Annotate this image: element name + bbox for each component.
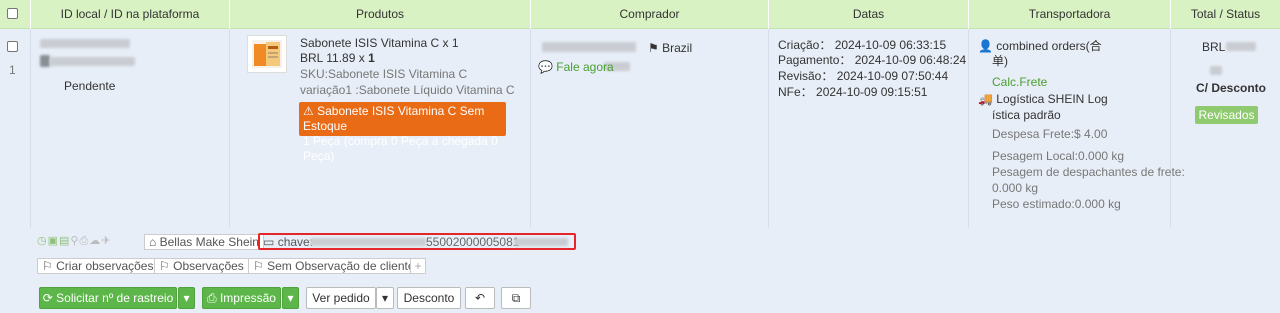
order-index: 1	[9, 63, 16, 77]
forwarder-weight: Pesagem de despachantes de frete:	[992, 165, 1185, 179]
stock-warning-badge: ⚠ Sabonete ISIS Vitamina C Sem Estoque 1…	[299, 102, 506, 163]
print-button[interactable]: ⎙ Impressão	[202, 287, 281, 309]
redacted-platform-id	[50, 57, 135, 66]
redacted-amount	[1226, 42, 1256, 51]
estimated-weight: Peso estimado:0.000 kg	[992, 197, 1121, 211]
column-divider	[1170, 29, 1171, 228]
forwarder-weight-value: 0.000 kg	[992, 181, 1039, 195]
date-creation: Criação： 2024-10-09 06:33:15	[778, 38, 947, 52]
order-status: Pendente	[64, 79, 116, 93]
copy-button[interactable]: ⧉	[501, 287, 531, 309]
cloud-icon: ☁	[89, 235, 102, 247]
request-tracking-dropdown[interactable]: ▾	[178, 287, 195, 309]
plane-icon: ✈	[101, 235, 112, 247]
discount-button[interactable]: Desconto	[397, 287, 461, 309]
calc-frete-link[interactable]: Calc.Frete	[992, 75, 1047, 90]
logistics-name-line2: ística padrão	[992, 108, 1061, 122]
client-note-button[interactable]: ⚐ Sem Observação de cliente	[248, 258, 420, 274]
redacted-local-id	[40, 39, 130, 48]
header-products: Produtos	[229, 0, 530, 29]
date-payment: Pagamento： 2024-10-09 06:48:24	[778, 53, 967, 67]
total-amount: BRL	[1202, 40, 1226, 54]
money-icon: ▣	[47, 235, 60, 247]
status-badge: Revisados	[1195, 106, 1258, 124]
logistics-name: 🚚 Logística SHEIN Log	[978, 92, 1108, 106]
header-buyer: Comprador	[530, 0, 768, 29]
combined-orders-line2: 单)	[992, 54, 1008, 68]
bookmark-icon: ⚐	[253, 259, 264, 273]
buyer-country: ⚑ Brazil	[648, 41, 693, 55]
combined-orders: 👤 combined orders(合	[978, 39, 1102, 53]
refresh-icon: ⟳	[42, 291, 53, 305]
discount-label: C/ Desconto	[1196, 81, 1267, 95]
bookmark-icon: ⚐	[159, 259, 170, 273]
product-sku: SKU:Sabonete ISIS Vitamina C	[300, 67, 468, 81]
product-variation: variação1 :Sabonete Líquido Vitamina C	[300, 83, 515, 97]
product-price: BRL 11.89 x 1	[300, 51, 375, 65]
order-checkbox[interactable]	[7, 41, 18, 52]
column-divider	[768, 29, 769, 228]
column-divider	[30, 29, 31, 228]
caret-down-icon: ▾	[287, 291, 294, 305]
chat-link[interactable]: 💬 Fale agora	[538, 60, 614, 75]
undo-icon: ↶	[474, 291, 486, 305]
redacted-buyer-name	[542, 42, 636, 52]
request-tracking-button[interactable]: ⟳ Solicitar nº de rastreio	[39, 287, 177, 309]
local-weight: Pesagem Local:0.000 kg	[992, 149, 1125, 163]
observations-button[interactable]: ⚐ Observações	[154, 258, 249, 274]
product-thumbnail[interactable]	[247, 35, 287, 73]
add-note-icon[interactable]: +	[410, 258, 426, 274]
select-all-checkbox[interactable]	[7, 8, 18, 19]
redacted-key-part	[310, 238, 426, 246]
freight-cost: Despesa Frete:$ 4.00	[992, 127, 1108, 141]
id-card-icon: ▭	[263, 235, 275, 249]
home-icon: ⌂	[149, 235, 157, 249]
column-divider	[968, 29, 969, 228]
store-tag: ⌂ Bellas Make Shein	[144, 234, 264, 250]
product-title[interactable]: Sabonete ISIS Vitamina C x 1	[300, 36, 459, 51]
gift-icon: ▤	[59, 235, 71, 247]
create-note-button[interactable]: ⚐ Criar observações	[37, 258, 159, 274]
header-dates: Datas	[768, 0, 968, 29]
view-order-button[interactable]: Ver pedido	[306, 287, 376, 309]
user-icon: 👤	[978, 39, 993, 53]
undo-button[interactable]: ↶	[465, 287, 495, 309]
warning-icon: ⚠	[303, 104, 314, 118]
print-dropdown[interactable]: ▾	[282, 287, 299, 309]
status-icons: ◷▣▤⚲⎙☁✈	[37, 234, 112, 249]
header-id: ID local / ID na plataforma	[30, 0, 229, 29]
date-revision: Revisão： 2024-10-09 07:50:44	[778, 69, 949, 83]
printer-icon: ⎙	[79, 235, 90, 247]
chat-icon: 💬	[538, 60, 553, 74]
redacted-key-end	[514, 238, 568, 246]
view-order-dropdown[interactable]: ▾	[376, 287, 394, 309]
printer-icon: ⎙	[207, 291, 217, 305]
table-header: ID local / ID na plataforma Produtos Com…	[0, 0, 1280, 29]
stock-warning-line1: Sabonete ISIS Vitamina C Sem Estoque	[303, 104, 485, 133]
flag-icon: ⚑	[648, 41, 659, 55]
clock-icon: ◷	[37, 235, 48, 247]
access-key-value: 55002000005081	[426, 235, 520, 249]
date-nfe: NFe： 2024-10-09 09:15:51	[778, 85, 928, 99]
header-carrier: Transportadora	[968, 0, 1170, 29]
copy-icon: ⧉	[511, 291, 521, 305]
header-total: Total / Status	[1170, 0, 1280, 29]
stock-warning-line2: 1 Peça (compra 0 Peça a chegada 0 Peça)	[303, 134, 498, 163]
redacted-marker	[40, 55, 50, 67]
access-key: ▭ chave:	[263, 235, 314, 249]
truck-icon: 🚚	[978, 92, 993, 106]
caret-down-icon: ▾	[183, 291, 190, 305]
column-divider	[530, 29, 531, 228]
redacted-amount-detail	[1210, 66, 1222, 75]
caret-down-icon: ▾	[381, 291, 389, 305]
bookmark-icon: ⚐	[42, 259, 53, 273]
column-divider	[229, 29, 230, 228]
